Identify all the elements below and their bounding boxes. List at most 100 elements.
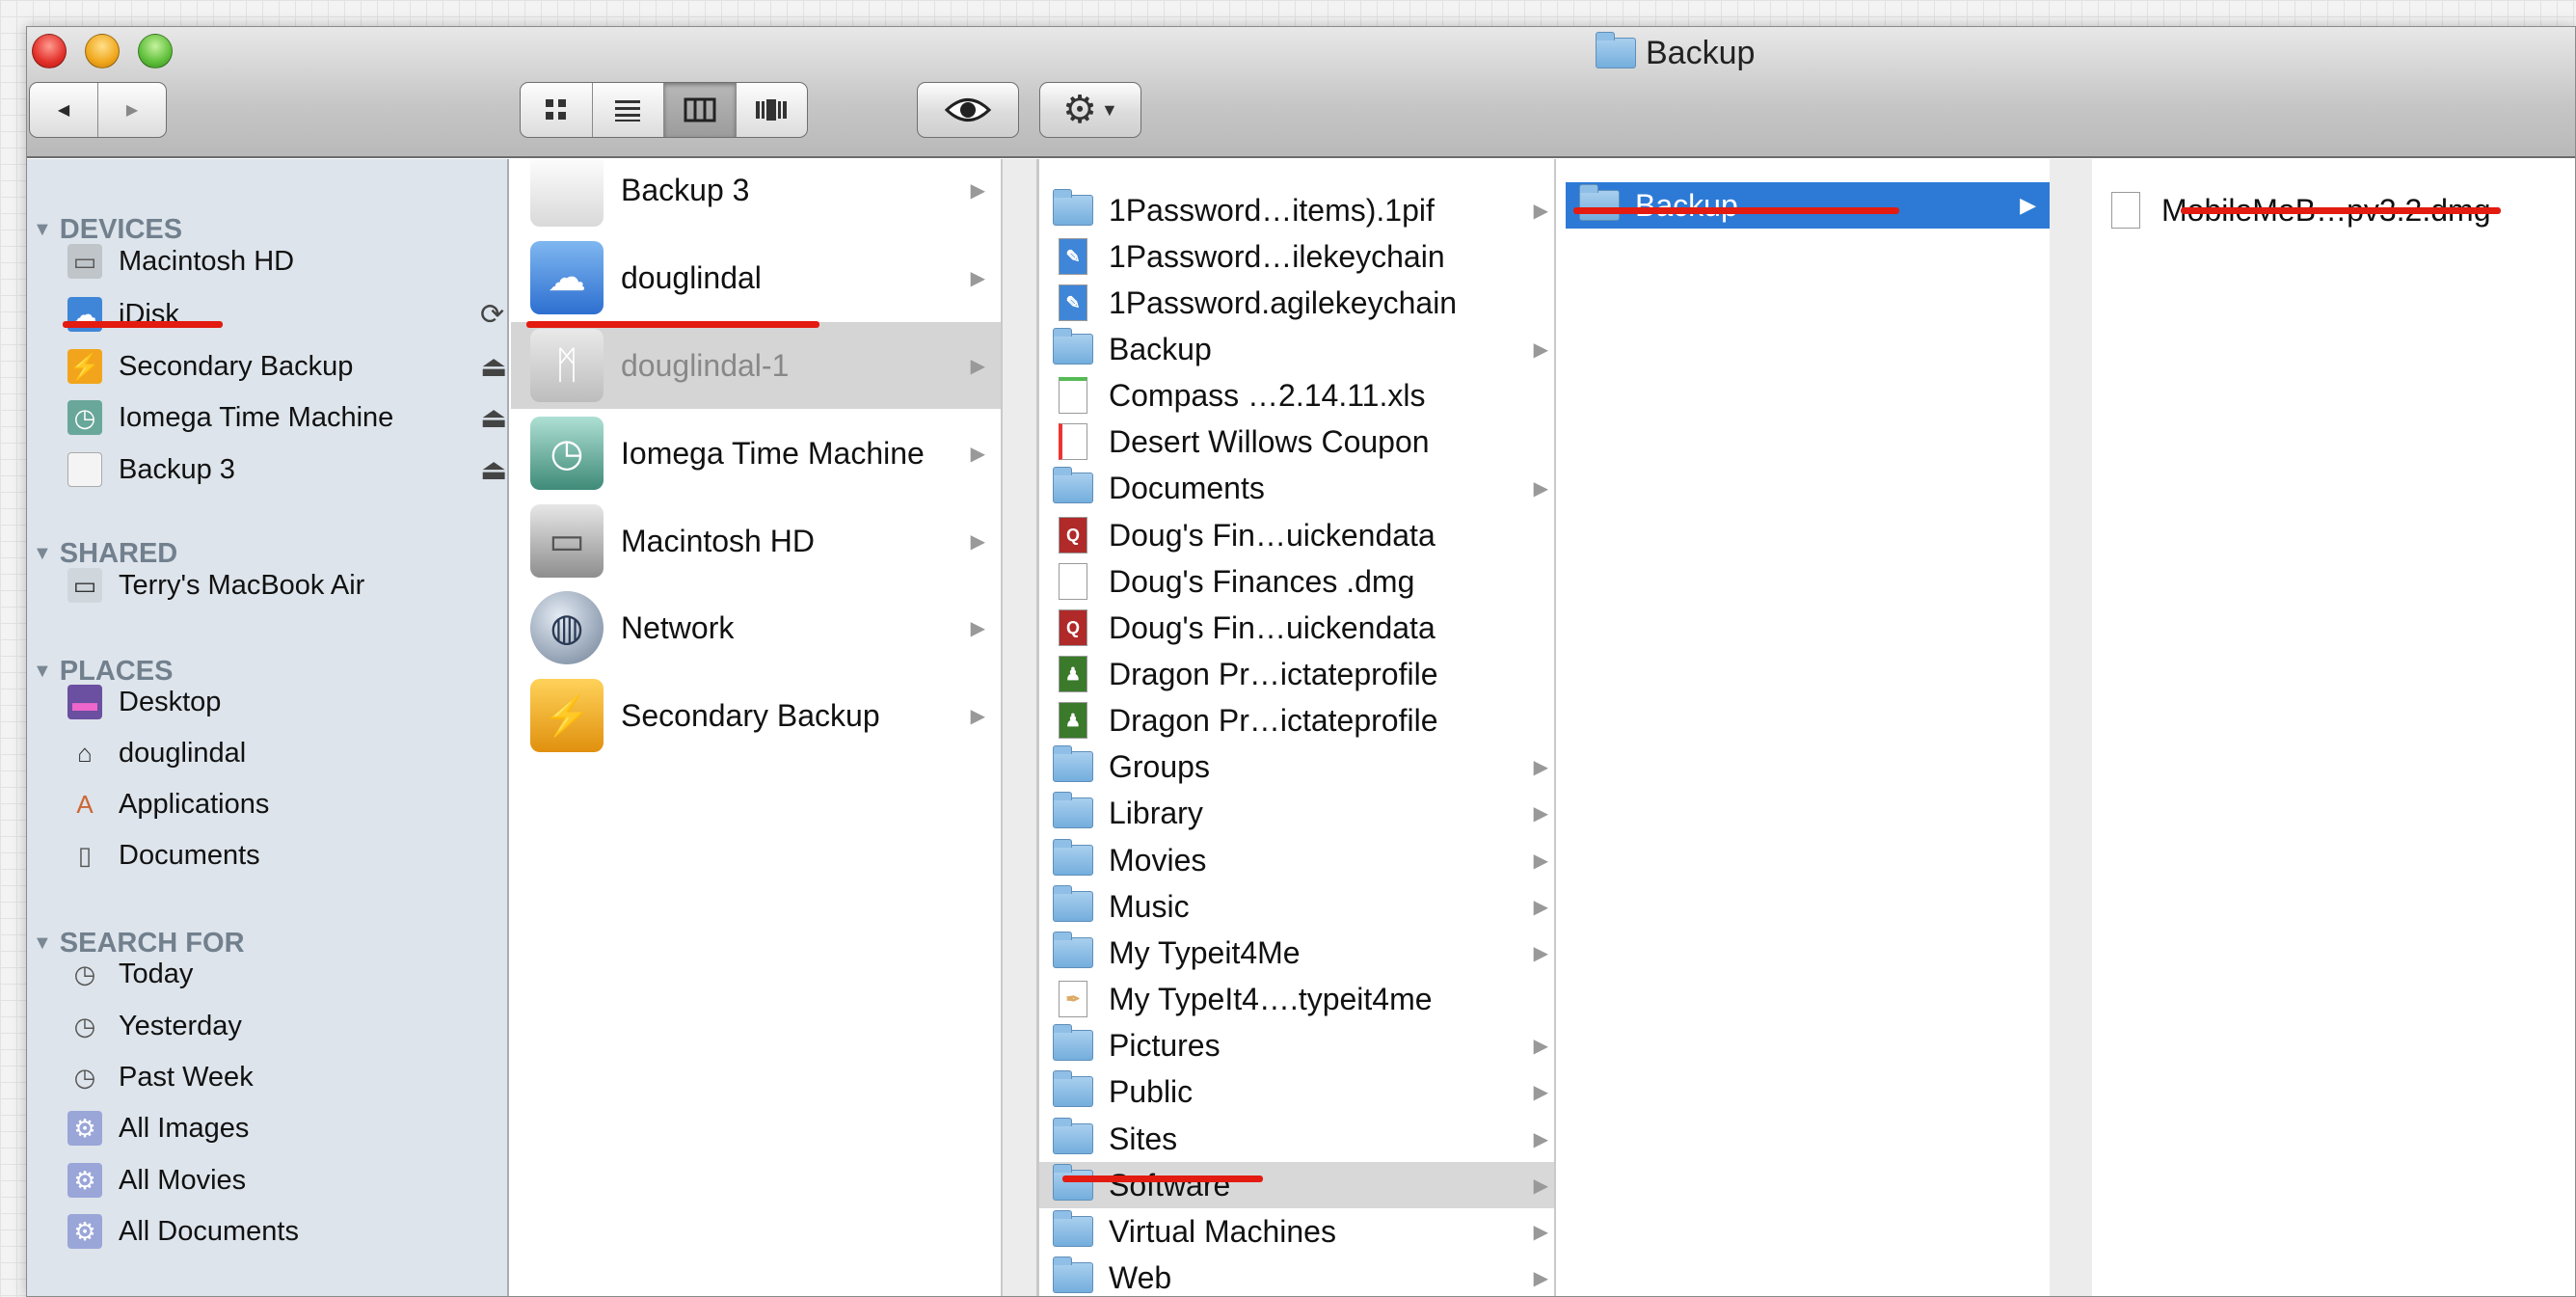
column-item[interactable]: ◷ Iomega Time Machine ▶ [511, 410, 1001, 497]
coverflow-view-icon[interactable] [737, 83, 808, 137]
file-item[interactable]: Movies ▶ [1039, 837, 1554, 883]
sidebar-item-label: Macintosh HD [119, 245, 295, 277]
file-item[interactable]: Doug's Finances .dmg [1039, 558, 1554, 605]
disclosure-arrow-icon: ▶ [970, 530, 985, 553]
forward-arrow-icon[interactable]: ▶ [98, 83, 166, 137]
disclosure-triangle-icon[interactable]: ▼ [33, 661, 52, 683]
file-item[interactable]: My Typeit4Me ▶ [1039, 930, 1554, 976]
sidebar-item[interactable]: ⚙ All Movies [67, 1156, 501, 1204]
disclosure-arrow-icon: ▶ [970, 617, 985, 639]
sidebar-item[interactable]: A Applications [67, 780, 501, 828]
sidebar-item-label: Documents [119, 839, 260, 871]
file-item[interactable]: ✎ 1Password.agilekeychain [1039, 280, 1554, 326]
column-item[interactable]: ◍ Network ▶ [511, 584, 1001, 671]
quicklook-button[interactable] [917, 82, 1019, 138]
folder-icon [1053, 1070, 1093, 1107]
sidebar-item[interactable]: ▬ Desktop [67, 678, 501, 726]
column-view-icon[interactable] [664, 83, 737, 137]
sidebar-item[interactable]: ▯ Documents [67, 831, 501, 879]
folder-icon [1053, 1164, 1093, 1201]
column-item[interactable]: ▭ Macintosh HD ▶ [511, 498, 1001, 584]
disclosure-triangle-icon[interactable]: ▼ [33, 543, 52, 565]
file-item[interactable]: Public ▶ [1039, 1068, 1554, 1115]
column-item[interactable]: ᛗ douglindal-1 ▶ [511, 322, 1001, 409]
sidebar-item[interactable]: ◷ Today [67, 950, 501, 998]
list-view-icon[interactable] [593, 83, 664, 137]
column-item[interactable]: ⚡ Secondary Backup ▶ [511, 672, 1001, 759]
sidebar-item[interactable]: ▭ Terry's MacBook Air [67, 561, 501, 609]
file-item[interactable]: ♟ Dragon Pr…ictateprofile [1039, 651, 1554, 697]
file-item[interactable]: Library ▶ [1039, 790, 1554, 836]
file-item[interactable]: Groups ▶ [1039, 743, 1554, 790]
column-item[interactable]: ☁ douglindal ▶ [511, 234, 1001, 321]
folder-icon [1053, 745, 1093, 782]
sidebar-item-label: douglindal [119, 737, 247, 769]
file-item[interactable]: Music ▶ [1039, 883, 1554, 930]
sidebar-item[interactable]: ◷ Iomega Time Machine ⏏ [67, 393, 507, 442]
sync-icon[interactable]: ⟳ [480, 298, 504, 332]
column-item-selected[interactable]: Backup ▶ [1566, 182, 2050, 229]
smart-folder-icon: ⚙ [67, 1111, 102, 1146]
close-button[interactable] [32, 34, 67, 68]
sidebar-item[interactable]: ⚙ All Images [67, 1104, 501, 1152]
column-item[interactable]: Backup 3 ▶ [511, 159, 1001, 233]
disclosure-arrow-icon: ▶ [1533, 1267, 1548, 1289]
sidebar-item-label: Secondary Backup [119, 350, 354, 382]
disclosure-triangle-icon[interactable]: ▼ [33, 219, 52, 241]
eject-icon[interactable]: ⏏ [480, 350, 507, 384]
sidebar-item[interactable]: ⚡ Secondary Backup ⏏ [67, 342, 507, 391]
disclosure-arrow-icon: ▶ [1533, 850, 1548, 872]
harddisk-icon: ▭ [67, 244, 102, 279]
file-item[interactable]: Web ▶ [1039, 1255, 1554, 1296]
action-menu-button[interactable]: ⚙ ▼ [1039, 82, 1141, 138]
sidebar-item[interactable]: ⌂ douglindal [67, 729, 501, 777]
minimize-button[interactable] [85, 34, 120, 68]
usb-drive-icon: ⚡ [530, 679, 604, 752]
sidebar-item[interactable]: Backup 3 ⏏ [67, 446, 507, 494]
file-item-label: Backup [1109, 331, 1212, 366]
annotation-underline [1573, 207, 1899, 214]
file-item[interactable]: Q Doug's Fin…uickendata [1039, 512, 1554, 558]
icon-view-icon[interactable] [521, 83, 593, 137]
title-toolbar: Backup ◀ ▶ ⚙ ▼ [27, 27, 2575, 158]
eject-icon[interactable]: ⏏ [480, 453, 507, 487]
file-item[interactable]: Desert Willows Coupon [1039, 419, 1554, 465]
sidebar-item[interactable]: ▭ Macintosh HD [67, 237, 501, 285]
sidebar-item[interactable]: ☁ iDisk ⟳ [67, 290, 504, 338]
column-item-label: Backup 3 [621, 172, 750, 207]
file-item-label: 1Password.agilekeychain [1109, 284, 1458, 320]
quicken-file-icon: Q [1059, 517, 1087, 554]
file-item[interactable]: ♟ Dragon Pr…ictateprofile [1039, 697, 1554, 743]
file-item-label: Doug's Fin…uickendata [1109, 609, 1436, 645]
disk-image-file-icon [1059, 563, 1087, 600]
laptop-icon: ▭ [67, 568, 102, 603]
file-item[interactable]: Backup ▶ [1039, 326, 1554, 372]
file-item[interactable]: Software ▶ [1039, 1162, 1554, 1208]
disclosure-arrow-icon: ▶ [1533, 1128, 1548, 1150]
file-item[interactable]: ✒ My TypeIt4….typeit4me [1039, 976, 1554, 1022]
file-item[interactable]: Pictures ▶ [1039, 1022, 1554, 1068]
file-item[interactable]: ✎ 1Password…ilekeychain [1039, 233, 1554, 280]
zoom-button[interactable] [138, 34, 173, 68]
disclosure-triangle-icon[interactable]: ▼ [33, 932, 52, 955]
column-scroll-gutter [2050, 159, 2092, 1296]
back-arrow-icon[interactable]: ◀ [30, 83, 98, 137]
file-item-label: 1Password…items).1pif [1109, 192, 1435, 228]
file-item[interactable]: Sites ▶ [1039, 1116, 1554, 1162]
smart-folder-icon: ⚙ [67, 1214, 102, 1249]
sidebar-item[interactable]: ◷ Yesterday [67, 1002, 501, 1050]
sidebar-item[interactable]: ⚙ All Documents [67, 1207, 501, 1256]
sidebar-item[interactable]: ◷ Past Week [67, 1053, 501, 1101]
window-title: Backup [1582, 32, 1755, 73]
file-item-label: My Typeit4Me [1109, 934, 1301, 970]
disclosure-arrow-icon: ▶ [1533, 477, 1548, 500]
file-item[interactable]: 1Password…items).1pif ▶ [1039, 187, 1554, 233]
file-item[interactable]: Virtual Machines ▶ [1039, 1208, 1554, 1255]
keychain-file-icon: ✎ [1059, 284, 1087, 321]
file-item[interactable]: Q Doug's Fin…uickendata [1039, 605, 1554, 651]
sidebar-item-label: Applications [119, 788, 270, 820]
clock-icon: ◷ [73, 1062, 96, 1092]
file-item[interactable]: Compass …2.14.11.xls [1039, 372, 1554, 419]
eject-icon[interactable]: ⏏ [480, 401, 507, 435]
file-item[interactable]: Documents ▶ [1039, 465, 1554, 511]
